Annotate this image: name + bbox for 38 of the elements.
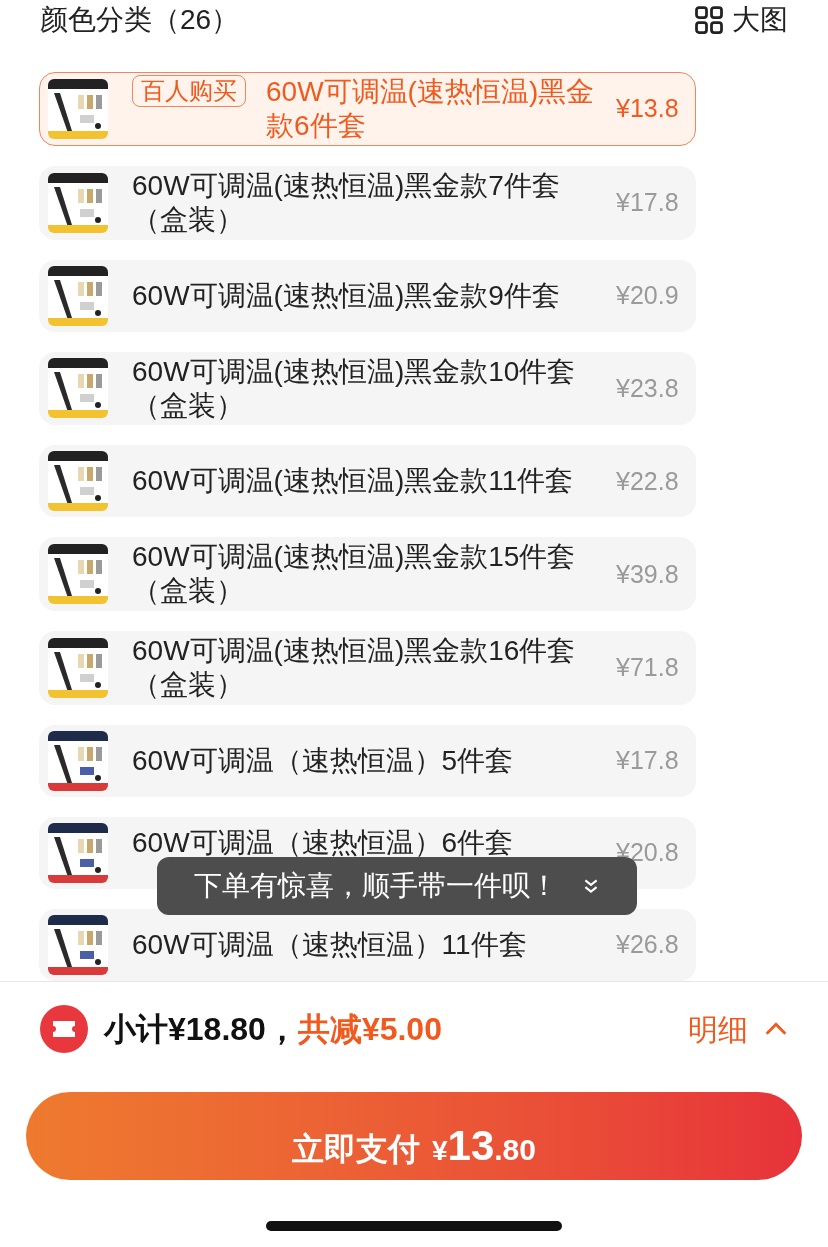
option-price: ¥23.8 <box>616 372 679 404</box>
option-item[interactable]: 60W可调温(速热恒温)黑金款16件套（盒装） ¥71.8 <box>39 631 696 705</box>
option-item[interactable]: 60W可调温(速热恒温)黑金款7件套（盒装） ¥17.8 <box>39 165 696 240</box>
option-price: ¥13.8 <box>616 93 679 125</box>
option-price: ¥22.8 <box>616 465 679 497</box>
option-item[interactable]: 60W可调温(速热恒温)黑金款9件套 ¥20.9 <box>39 259 696 332</box>
option-price: ¥71.8 <box>616 652 679 684</box>
badge: 百人购买 <box>132 74 246 107</box>
option-price: ¥20.9 <box>616 279 679 311</box>
option-item[interactable]: 60W可调温（速热恒温）11件套 ¥26.8 <box>39 909 696 981</box>
option-price: ¥17.8 <box>616 186 679 218</box>
option-item[interactable]: 60W可调温(速热恒温)黑金款11件套 ¥22.8 <box>39 445 696 518</box>
chevron-up-icon <box>764 1022 788 1036</box>
option-price: ¥26.8 <box>616 929 679 961</box>
large-view-toggle[interactable]: 大图 <box>694 0 788 41</box>
option-name: 60W可调温(速热恒温)黑金款11件套 <box>132 464 574 499</box>
option-name: 60W可调温(速热恒温)黑金款9件套 <box>132 278 560 313</box>
option-name: 60W可调温(速热恒温)黑金款16件套（盒装） <box>132 634 577 703</box>
section-title: 颜色分类（26） <box>40 3 240 37</box>
option-name: 60W可调温（速热恒温）6件套 <box>132 826 514 860</box>
option-name: 60W可调温(速热恒温)黑金款7件套（盒装） <box>132 168 561 237</box>
ticket-icon <box>40 1005 88 1053</box>
option-price: ¥20.8 <box>616 837 679 869</box>
double-chevron-down-icon[interactable] <box>582 877 600 895</box>
option-item[interactable]: 60W可调温(速热恒温)黑金款15件套（盒装） ¥39.8 <box>39 537 696 612</box>
grid-icon <box>694 5 724 35</box>
pay-button[interactable]: 立即支付 ¥13.80 <box>26 1092 802 1180</box>
option-price: ¥17.8 <box>616 745 679 777</box>
discount-total: 共减¥5.00 <box>297 1010 442 1049</box>
subtotal: 小计¥18.80， <box>104 1010 298 1049</box>
option-name: 60W可调温(速热恒温)黑金款15件套（盒装） <box>132 540 577 609</box>
option-item[interactable]: 60W可调温（速热恒温）5件套 ¥17.8 <box>39 725 696 797</box>
option-name: 60W可调温（速热恒温）11件套 <box>132 928 527 962</box>
option-name: 60W可调温（速热恒温）5件套 <box>132 744 514 778</box>
option-item[interactable]: 60W可调温(速热恒温)黑金款10件套（盒装） ¥23.8 <box>39 351 696 426</box>
option-price: ¥39.8 <box>616 558 679 590</box>
option-name: 60W可调温(速热恒温)黑金款10件套（盒装） <box>132 354 577 423</box>
option-name: 60W可调温(速热恒温)黑金款6件套 <box>266 74 596 143</box>
